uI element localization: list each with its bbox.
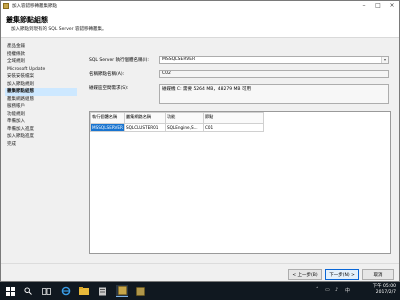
instance-value: MSSQLSERVER [162,57,196,62]
disk-value: 磁碟機 C: 需要 5264 MB，48279 MB 可用 [162,87,251,92]
setup-taskbar-icon[interactable] [116,285,128,297]
nav-step-item[interactable]: 叢集網路組態 [5,96,77,104]
instances-grid[interactable]: 執行個體名稱 叢集網路名稱 功能 節點 MSSQLSERVER SQLCLUST… [89,111,391,254]
cancel-button[interactable]: 取消 [362,269,394,280]
sql-setup-icon[interactable] [134,285,146,297]
table-header-row: 執行個體名稱 叢集網路名稱 功能 節點 [90,112,264,124]
node-value: C02 [162,71,171,76]
setup-window: 加入容錯移轉叢集節點 – □ × 叢集節點組態 加入節點到現有的 SQL Ser… [0,0,400,282]
server-manager-icon[interactable] [96,285,108,297]
volume-icon[interactable]: ♪ [335,287,338,293]
maximize-icon[interactable]: □ [371,1,385,10]
minimize-icon[interactable]: – [357,1,371,10]
node-name-field: C02 [159,70,389,78]
nav-step-item[interactable]: 安裝安裝檔案 [5,73,77,81]
clock-date: 2017/2/7 [375,290,396,295]
search-icon[interactable] [22,285,34,297]
chevron-up-icon[interactable]: ˄ [316,287,319,293]
cell-instance[interactable]: MSSQLSERVER [90,123,125,132]
nav-step-item[interactable]: 授權條款 [5,51,77,59]
cell-network[interactable]: SQLCLUSTER01 [123,123,166,132]
table-row[interactable]: MSSQLSERVER SQLCLUSTER01 SQLEngine,S... … [90,123,264,132]
file-explorer-icon[interactable] [78,285,90,297]
nav-step-item[interactable]: Microsoft Update [5,66,77,74]
col-header-features[interactable]: 功能 [164,112,204,124]
page-header: 叢集節點組態 加入節點到現有的 SQL Server 容錯移轉叢集。 [1,10,399,38]
close-icon[interactable]: × [385,1,399,10]
cell-features[interactable]: SQLEngine,S... [164,123,204,132]
col-header-instance[interactable]: 執行個體名稱 [90,112,125,124]
setup-app-icon [3,2,9,9]
col-header-nodes[interactable]: 節點 [202,112,264,124]
node-label: 名稱節點名稱(A): [89,72,125,77]
nav-step-item[interactable]: 功能規則 [5,111,77,119]
next-button[interactable]: 下一步(N) > [325,269,359,280]
disk-label: 磁碟區空間需求(S): [89,86,129,91]
internet-explorer-icon[interactable] [60,285,72,297]
col-header-network[interactable]: 叢集網路名稱 [123,112,166,124]
taskbar: ˄ ▭ ♪ 中 下午 05:00 2017/2/7 [0,282,400,300]
nav-step-item[interactable]: 加入節點進度 [5,133,77,141]
nav-step-item[interactable]: 準備加入進度 [5,126,77,134]
nav-step-item[interactable]: 加入節點規則 [5,81,77,89]
title-bar: 加入容錯移轉叢集節點 – □ × [1,1,399,10]
nav-step-item[interactable]: 全域規則 [5,58,77,66]
system-clock[interactable]: 下午 05:00 2017/2/7 [373,284,396,296]
instance-select[interactable]: MSSQLSERVER ▾ [159,56,389,64]
task-view-icon[interactable] [40,285,52,297]
nav-step-item[interactable]: 產品金鑰 [5,43,77,51]
windows-start-icon[interactable] [4,285,16,297]
disk-space-box: 磁碟機 C: 需要 5264 MB，48279 MB 可用 [159,84,389,104]
cell-nodes[interactable]: C01 [202,123,264,132]
nav-step-item[interactable]: 服務帳戶 [5,103,77,111]
back-button[interactable]: < 上一步(B) [288,269,322,280]
page-title: 叢集節點組態 [6,16,48,24]
nav-step-item[interactable]: 叢集節點組態 [5,88,77,96]
wizard-steps-nav: 產品金鑰 授權條款 全域規則 Microsoft Update 安裝安裝檔案 加入節點規則… [5,43,77,148]
network-icon[interactable]: ▭ [325,287,330,293]
nav-step-item[interactable]: 完成 [5,141,77,149]
ime-icon[interactable]: 中 [345,287,350,294]
window-title: 加入容錯移轉叢集節點 [12,3,57,9]
footer-divider [1,263,399,264]
instances-table: 執行個體名稱 叢集網路名稱 功能 節點 MSSQLSERVER SQLCLUST… [90,112,264,132]
nav-step-item[interactable]: 準備加入 [5,118,77,126]
instance-label: SQL Server 執行個體名稱(I): [89,58,149,63]
page-subtitle: 加入節點到現有的 SQL Server 容錯移轉叢集。 [11,27,107,32]
chevron-down-icon[interactable]: ▾ [381,57,388,63]
